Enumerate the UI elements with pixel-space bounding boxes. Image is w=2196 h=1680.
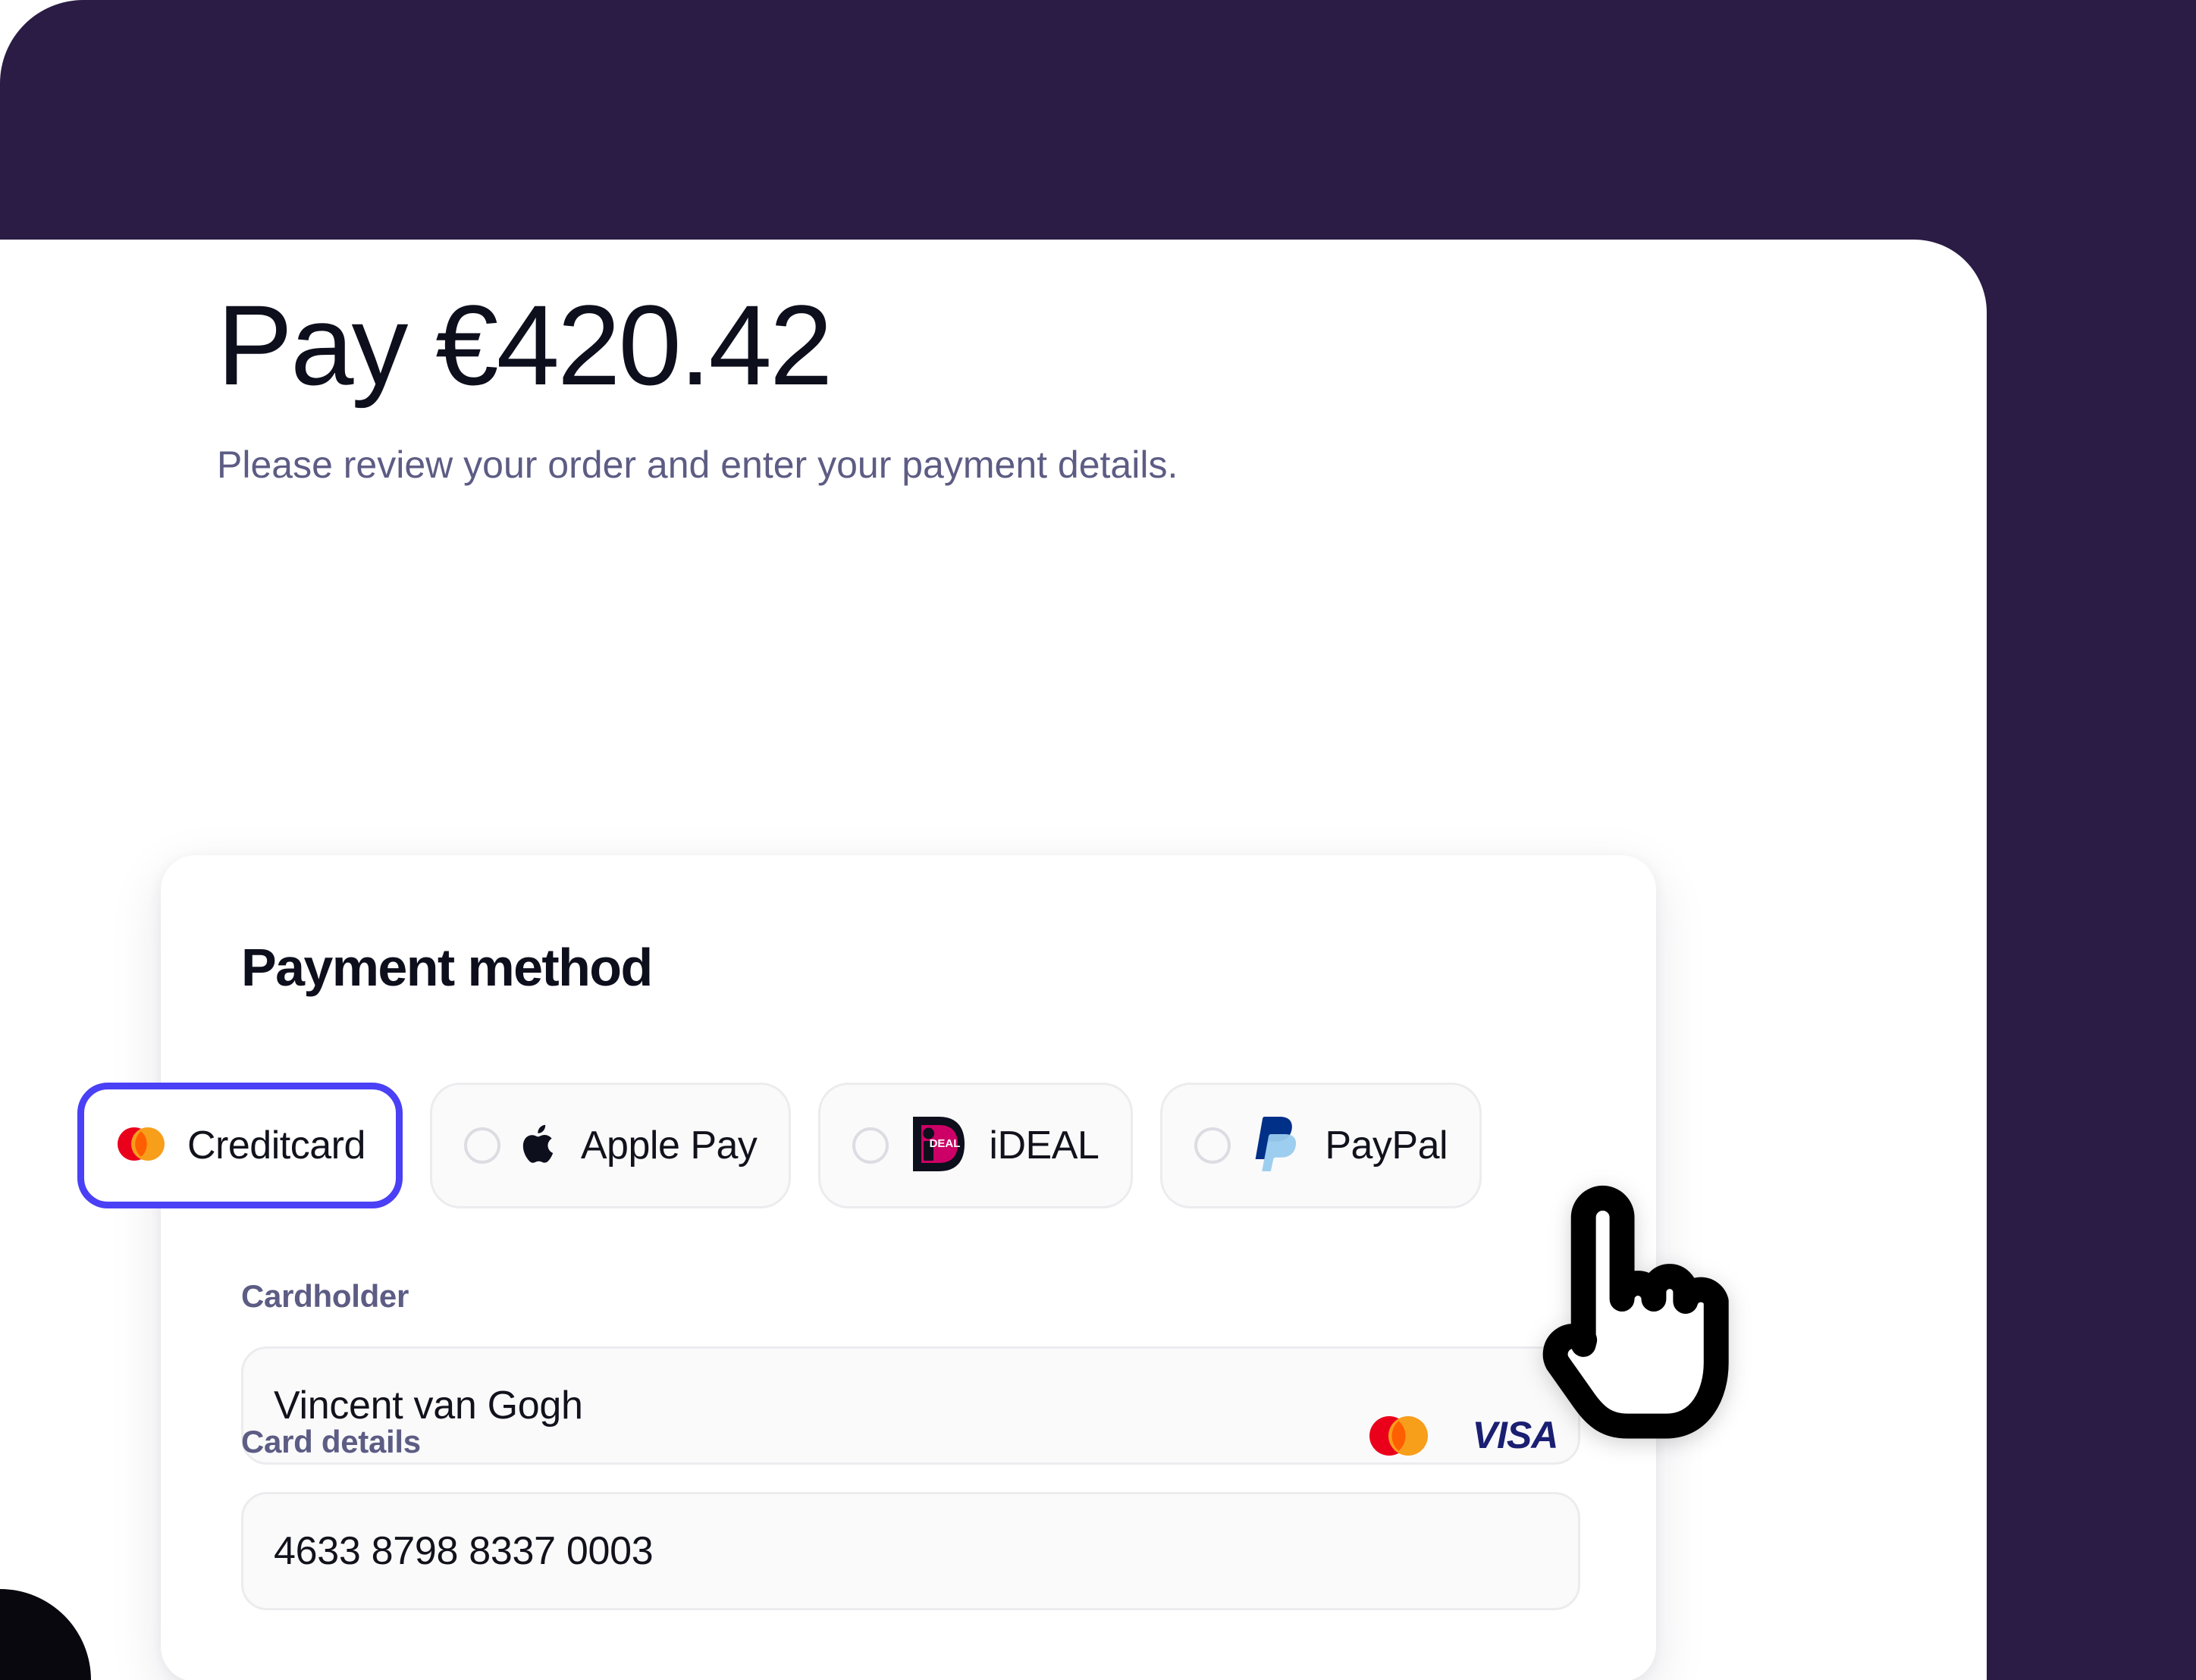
radio-ideal[interactable] [852,1127,889,1164]
payment-method-card: Payment method Creditcard Apple Pay DEAL… [77,855,1656,1680]
payment-method-label-applepay: Apple Pay [580,1124,758,1168]
visa-icon: VISA [1454,1414,1576,1461]
payment-method-tab-list: Creditcard Apple Pay DEAL iDEAL PayPal [77,1083,1482,1208]
page-subtitle: Please review your order and enter your … [217,444,1178,486]
svg-text:DEAL: DEAL [930,1137,961,1150]
payment-method-label-creditcard: Creditcard [187,1124,365,1168]
apple-icon [520,1120,561,1172]
backdrop-right-edge [1969,0,2196,1680]
mastercard-icon [1366,1415,1432,1461]
cardholder-value: Vincent van Gogh [274,1384,583,1428]
page-title: Pay €420.42 [217,281,833,409]
cardholder-label: Cardholder [241,1278,409,1314]
accepted-card-brands: VISA [1366,1414,1576,1461]
card-number-value: 4633 8798 8337 0003 [274,1529,654,1573]
ideal-icon: DEAL [908,1115,969,1177]
radio-applepay[interactable] [463,1127,500,1164]
payment-method-tab-creditcard[interactable]: Creditcard [77,1083,403,1208]
payment-method-label-ideal: iDEAL [989,1124,1100,1168]
payment-method-tab-ideal[interactable]: DEAL iDEAL [818,1083,1134,1208]
card-title: Payment method [241,938,653,997]
mastercard-icon [115,1126,168,1166]
radio-paypal[interactable] [1194,1127,1231,1164]
payment-method-tab-applepay[interactable]: Apple Pay [429,1083,792,1208]
payment-method-tab-paypal[interactable]: PayPal [1160,1083,1482,1208]
page-heading-block: Pay €420.42 Please review your order and… [217,288,1178,484]
paypal-icon [1250,1114,1305,1178]
card-number-input[interactable]: 4633 8798 8337 0003 [241,1492,1580,1610]
svg-text:VISA: VISA [1473,1415,1558,1456]
payment-method-label-paypal: PayPal [1325,1124,1448,1168]
card-details-label: Card details [241,1424,421,1459]
